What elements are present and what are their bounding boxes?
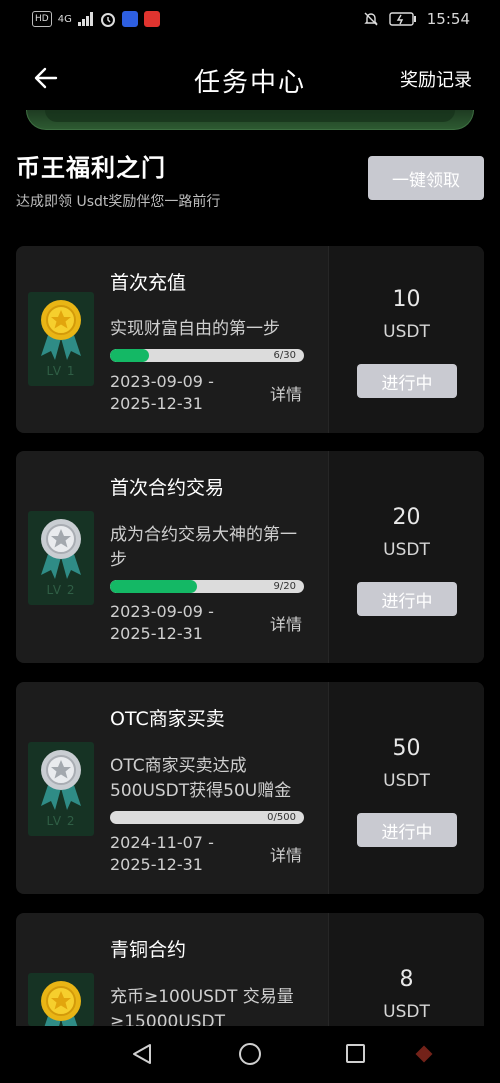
reward-unit: USDT bbox=[383, 771, 430, 791]
status-button[interactable]: 进行中 bbox=[357, 813, 457, 847]
nav-back-icon[interactable] bbox=[130, 1042, 154, 1066]
system-nav-bar bbox=[0, 1026, 500, 1083]
reward-amount: 8 bbox=[399, 967, 414, 992]
promo-banner[interactable] bbox=[26, 110, 474, 130]
progress-text: 9/20 bbox=[273, 581, 296, 592]
reward-records-link[interactable]: 奖励记录 bbox=[400, 66, 472, 92]
reward-unit: USDT bbox=[383, 1002, 430, 1022]
status-button[interactable]: 进行中 bbox=[357, 364, 457, 398]
date-end: 2025-12-31 bbox=[110, 855, 203, 874]
task-description: OTC商家买卖达成500USDT获得50U赠金 bbox=[110, 756, 292, 801]
banner-inner bbox=[45, 110, 455, 122]
app-icon-red bbox=[143, 11, 160, 27]
progress-bar: 6/30 bbox=[110, 349, 304, 362]
reward-column: 20 USDT 进行中 bbox=[328, 451, 484, 663]
nav-recents-icon[interactable] bbox=[346, 1044, 365, 1063]
reward-amount: 20 bbox=[392, 505, 421, 530]
progress-bar: 9/20 bbox=[110, 580, 304, 593]
reward-column: 50 USDT 进行中 bbox=[328, 682, 484, 894]
status-icons-right: 15:54 bbox=[363, 10, 470, 28]
claim-all-button[interactable]: 一键领取 bbox=[368, 156, 484, 200]
date-start: 2023-09-09 - bbox=[110, 372, 214, 391]
task-description: 成为合约交易大神的第一步 bbox=[110, 525, 297, 570]
date-start: 2024-11-07 - bbox=[110, 833, 214, 852]
task-card[interactable]: LV 2 首次合约交易 成为合约交易大神的第一步 9/20 2023-09-09… bbox=[16, 451, 484, 663]
level-label: LV 2 bbox=[46, 583, 76, 597]
watermark-logo bbox=[415, 1045, 434, 1063]
mute-bell-icon bbox=[364, 12, 378, 26]
date-end: 2025-12-31 bbox=[110, 394, 203, 413]
medal-badge: LV 2 bbox=[28, 742, 94, 836]
silver-medal-icon bbox=[41, 519, 81, 579]
battery-icon bbox=[389, 12, 416, 26]
clock: 15:54 bbox=[426, 10, 470, 28]
level-label: LV 2 bbox=[46, 814, 76, 828]
reward-unit: USDT bbox=[383, 540, 430, 560]
task-card[interactable]: LV 1 首次充值 实现财富自由的第一步 6/30 2023-09-09 - 2… bbox=[16, 246, 484, 433]
app-header: 任务中心 奖励记录 bbox=[0, 40, 500, 116]
section-title: 币王福利之门 bbox=[16, 154, 166, 182]
app-icon-blue bbox=[121, 11, 138, 27]
date-range: 2023-09-09 - 2025-12-31 bbox=[110, 371, 214, 415]
medal-badge: LV 2 bbox=[28, 511, 94, 605]
alarm-icon bbox=[100, 13, 115, 27]
medal-badge: LV 1 bbox=[28, 292, 94, 386]
gold-medal-icon bbox=[41, 300, 81, 360]
detail-link[interactable]: 详情 bbox=[270, 611, 302, 635]
task-name: 首次充值 bbox=[110, 272, 187, 294]
reward-column: 8 USDT bbox=[328, 913, 484, 1026]
reward-amount: 10 bbox=[392, 287, 421, 312]
silver-medal-icon bbox=[41, 750, 81, 810]
progress-text: 6/30 bbox=[273, 350, 296, 361]
signal-icon bbox=[77, 12, 93, 26]
progress-fill bbox=[110, 349, 149, 362]
progress-bar: 0/500 bbox=[110, 811, 304, 824]
section-subtitle: 达成即领 Usdt奖励伴您一路前行 bbox=[16, 194, 221, 210]
nav-home-icon[interactable] bbox=[239, 1043, 261, 1065]
detail-link[interactable]: 详情 bbox=[270, 381, 302, 405]
gold-medal-icon bbox=[41, 981, 81, 1026]
status-bar: HD 4G 15:54 bbox=[0, 0, 500, 40]
reward-column: 10 USDT 进行中 bbox=[328, 246, 484, 433]
progress-fill bbox=[110, 580, 198, 593]
reward-unit: USDT bbox=[383, 322, 430, 342]
detail-link[interactable]: 详情 bbox=[270, 842, 302, 866]
date-start: 2023-09-09 - bbox=[110, 602, 214, 621]
task-card[interactable]: 青铜合约 充币≥100USDT 交易量≥15000USDT 8 USDT bbox=[16, 913, 484, 1026]
date-range: 2024-11-07 - 2025-12-31 bbox=[110, 832, 214, 876]
status-button[interactable]: 进行中 bbox=[357, 582, 457, 616]
level-label: LV 1 bbox=[46, 364, 76, 378]
task-name: 青铜合约 bbox=[110, 939, 187, 961]
progress-text: 0/500 bbox=[267, 812, 296, 823]
watermark-mark bbox=[415, 1045, 433, 1063]
medal-badge bbox=[28, 973, 94, 1026]
task-description: 实现财富自由的第一步 bbox=[110, 319, 280, 339]
reward-amount: 50 bbox=[392, 736, 421, 761]
date-range: 2023-09-09 - 2025-12-31 bbox=[110, 601, 214, 645]
task-name: 首次合约交易 bbox=[110, 477, 225, 499]
task-description: 充币≥100USDT 交易量≥15000USDT bbox=[110, 987, 294, 1026]
hd-badge: HD bbox=[32, 11, 52, 27]
status-icons-left: HD 4G bbox=[32, 11, 160, 27]
network-type: 4G bbox=[57, 13, 72, 25]
task-card[interactable]: LV 2 OTC商家买卖 OTC商家买卖达成500USDT获得50U赠金 0/5… bbox=[16, 682, 484, 894]
date-end: 2025-12-31 bbox=[110, 624, 203, 643]
task-name: OTC商家买卖 bbox=[110, 708, 225, 730]
